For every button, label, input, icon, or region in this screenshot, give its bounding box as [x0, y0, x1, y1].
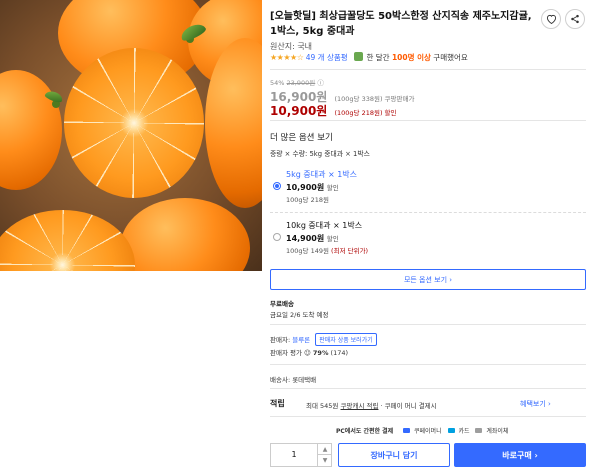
lowest-unit-badge: (최저 단위가) — [331, 247, 369, 255]
option-name: 5kg 중대과 × 1박스 — [286, 170, 358, 179]
benefit-amount: 최대 545원 — [306, 402, 339, 410]
option-price-suffix: 할인 — [326, 184, 339, 192]
quantity-buttons: ▲ ▼ — [317, 444, 332, 466]
seller-products-button[interactable]: 판매자 상품 보러가기 — [315, 333, 377, 346]
seller-rating-count: (174) — [330, 349, 349, 357]
product-image[interactable] — [0, 0, 262, 271]
quantity-input[interactable]: 1 — [271, 444, 317, 466]
cash-reward-link[interactable]: 쿠팡캐시 적립 — [341, 402, 379, 410]
card-icon — [447, 428, 455, 433]
sale-price: 10,900원 — [270, 104, 328, 118]
share-icon — [571, 14, 579, 24]
share-button[interactable] — [565, 9, 585, 29]
payment-method: 카드 — [458, 428, 470, 435]
recent-purchase-count: 100명 이상 — [391, 53, 431, 62]
mandarin-fruit — [0, 70, 62, 190]
selected-option-text: 중량 × 수량: 5kg 중대과 × 1박스 — [270, 150, 370, 158]
rating-stars: ★★★★☆ — [270, 53, 304, 62]
cut-mandarin — [0, 210, 135, 271]
payment-method: 계좌이체 — [486, 428, 509, 435]
benefits-more-link[interactable]: 혜택보기 › — [520, 399, 551, 409]
shopping-bag-icon — [354, 52, 364, 61]
payment-method: 쿠페이머니 — [413, 428, 442, 435]
origin-text: 원산지: 국내 — [270, 42, 313, 51]
divider — [270, 388, 586, 389]
option-price-suffix: 할인 — [326, 235, 339, 243]
add-to-cart-button[interactable]: 장바구니 담기 — [338, 443, 450, 467]
recent-purchase-prefix: 한 달간 — [366, 53, 390, 62]
free-shipping-label: 무료배송 — [270, 300, 294, 308]
divider — [270, 120, 586, 121]
options-heading: 더 많은 옵션 보기 — [270, 133, 333, 143]
sale-unit-price: (100g당 218원) 할인 — [334, 109, 397, 117]
sale-price-line: 10,900원 (100g당 218원) 할인 — [270, 100, 397, 119]
seller-rating-label: 판매자 평가 — [270, 349, 302, 357]
divider — [270, 69, 586, 70]
quantity-decrease-button[interactable]: ▼ — [318, 455, 332, 466]
option-item[interactable]: 10kg 중대과 × 1박스 14,900원 할인 100g당 149원 (최저… — [270, 218, 586, 262]
seller-rating-row: 판매자 평가 ☺ 79% (174) — [270, 347, 348, 357]
cut-mandarin — [64, 48, 204, 198]
review-count-link[interactable]: 49 개 상품평 — [306, 53, 348, 62]
seller-label: 판매자: — [270, 336, 291, 344]
option-price-line: 14,900원 할인 — [286, 233, 339, 244]
quantity-increase-button[interactable]: ▲ — [318, 444, 332, 455]
divider — [270, 364, 586, 365]
wishlist-button[interactable] — [541, 9, 561, 29]
heart-icon — [546, 14, 556, 24]
mandarin-fruit — [120, 198, 250, 271]
seller-rating-percent: 79% — [312, 349, 329, 357]
divider — [270, 212, 586, 213]
option-unit-price: 100g당 218원 — [286, 196, 329, 204]
product-title: [오늘핫딜] 최상급꿀당도 50박스한정 산지직송 제주노지감귤, 1박스, 5… — [270, 11, 532, 37]
benefit-condition: · 쿠페이 머니 결제시 — [380, 402, 437, 410]
bank-transfer-icon — [475, 428, 483, 433]
divider — [270, 416, 586, 417]
option-radio[interactable] — [273, 233, 281, 241]
shipping-company: 배송사: 롯데택배 — [270, 376, 317, 384]
quantity-stepper[interactable]: 1 ▲ ▼ — [270, 443, 332, 467]
payment-methods-row: PC에서도 간편한 결제 쿠페이머니 카드 계좌이체 — [336, 426, 508, 435]
option-unit-price: 100g당 149원 — [286, 247, 329, 255]
option-price: 14,900원 — [286, 234, 325, 243]
all-options-button[interactable]: 모든 옵션 보기 › — [270, 269, 586, 290]
option-price: 10,900원 — [286, 183, 325, 192]
option-price-line: 10,900원 할인 — [286, 182, 339, 193]
benefit-label: 적립 — [270, 399, 285, 408]
smile-icon: ☺ — [304, 349, 311, 357]
payment-heading: PC에서도 간편한 결제 — [336, 428, 394, 435]
recent-purchase-suffix: 구매했어요 — [433, 53, 468, 62]
divider — [270, 324, 586, 325]
option-radio-selected[interactable] — [273, 182, 281, 190]
option-name: 10kg 중대과 × 1박스 — [286, 221, 363, 230]
coupay-icon — [403, 428, 411, 433]
buy-now-button[interactable]: 바로구매 › — [454, 443, 586, 467]
option-item[interactable]: 5kg 중대과 × 1박스 10,900원 할인 100g당 218원 — [270, 167, 586, 211]
benefit-text: 최대 545원 쿠팡캐시 적립 · 쿠페이 머니 결제시 — [306, 400, 437, 410]
option-unit-line: 100g당 149원 (최저 단위가) — [286, 245, 368, 255]
rating-line: ★★★★☆ 49 개 상품평 한 달간 100명 이상 구매했어요 — [270, 52, 468, 63]
delivery-date: 금요일 2/6 도착 예정 — [270, 311, 329, 319]
seller-name-link[interactable]: 블루론 — [292, 336, 310, 344]
seller-row: 판매자: 블루론 판매자 상품 보러가기 — [270, 333, 377, 346]
